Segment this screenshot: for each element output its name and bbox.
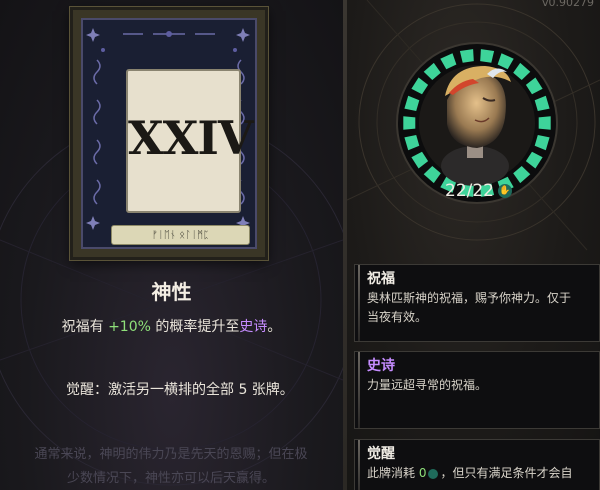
- card-flavor-line: 少数情况下，神性亦可以后天赢得。: [66, 471, 275, 486]
- card-effect-suffix: 。: [267, 319, 282, 335]
- tooltip-awaken: 觉醒 此牌消耗 0 ，但只有满足条件才会自: [354, 439, 600, 490]
- card-panel: XXIV ᚠᛁᛖᚾ ᛟᛚᛁᛗᛈ 神性 祝福有 +10% 的概率提升至史诗。 觉醒…: [0, 0, 343, 490]
- character-portrait: [441, 66, 511, 186]
- tooltip-body-line: 当夜有效。: [367, 310, 428, 324]
- tooltip-cost-suffix: ，但只有满足条件才会自: [440, 466, 573, 480]
- tooltip-title: 祝福: [367, 271, 395, 287]
- tooltip-cost-value: 0: [418, 466, 427, 480]
- card-title: 神性: [151, 280, 192, 304]
- card-face: XXIV: [126, 69, 254, 213]
- character-panel: v0.90279 22/22 ✋ 祝福 奥林匹斯神的祝福，赐予你神力。仅于 当夜…: [347, 0, 600, 490]
- card-scroll-glyphs: ᚠᛁᛖᚾ ᛟᛚᛁᛗᛈ: [151, 229, 210, 241]
- tooltip-cost-prefix: 此牌消耗: [367, 466, 419, 480]
- card-scroll-banner: ᚠᛁᛖᚾ ᛟᛚᛁᛗᛈ: [111, 225, 250, 245]
- tooltip-body-line: 此牌消耗 0 ，但只有满足条件才会自: [367, 464, 591, 483]
- card-border: XXIV ᚠᛁᛖᚾ ᛟᛚᛁᛗᛈ: [81, 18, 257, 249]
- card-effect-prefix: 祝福有: [61, 319, 109, 335]
- health-segment: [538, 116, 551, 130]
- tooltip-title: 觉醒: [367, 446, 395, 462]
- card-effect-middle: 的概率提升至: [150, 319, 240, 335]
- hand-icon: ✋: [498, 184, 512, 198]
- card-awaken-text: 觉醒：激活另一横排的全部 5 张牌。: [66, 382, 294, 398]
- tooltip-title: 史诗: [367, 358, 395, 374]
- tooltip-epic: 史诗 力量远超寻常的祝福。: [354, 351, 600, 429]
- health-value: 22/22: [445, 181, 494, 201]
- tooltip-body-line: 力量远超寻常的祝福。: [367, 378, 488, 392]
- tooltip-body-line: 奥林匹斯神的祝福，赐予你神力。仅于: [367, 291, 572, 305]
- tooltip-blessing: 祝福 奥林匹斯神的祝福，赐予你神力。仅于 当夜有效。: [354, 264, 600, 342]
- arcana-card[interactable]: XXIV ᚠᛁᛖᚾ ᛟᛚᛁᛗᛈ: [70, 7, 268, 260]
- card-numeral: XXIV: [128, 111, 254, 165]
- health-counter: 22/22 ✋: [445, 181, 512, 201]
- card-effect-value: +10%: [108, 319, 151, 335]
- grasp-icon: [428, 468, 439, 479]
- card-effect-rarity: 史诗: [239, 319, 268, 335]
- card-effect: 祝福有 +10% 的概率提升至史诗。: [0, 316, 343, 336]
- card-flavor-text: 通常来说，神明的伟力乃是先天的恩赐；但在极 少数情况下，神性亦可以后天赢得。: [6, 443, 336, 490]
- card-flavor-line: 通常来说，神明的伟力乃是先天的恩赐；但在极: [34, 447, 308, 462]
- health-segment: [403, 116, 416, 130]
